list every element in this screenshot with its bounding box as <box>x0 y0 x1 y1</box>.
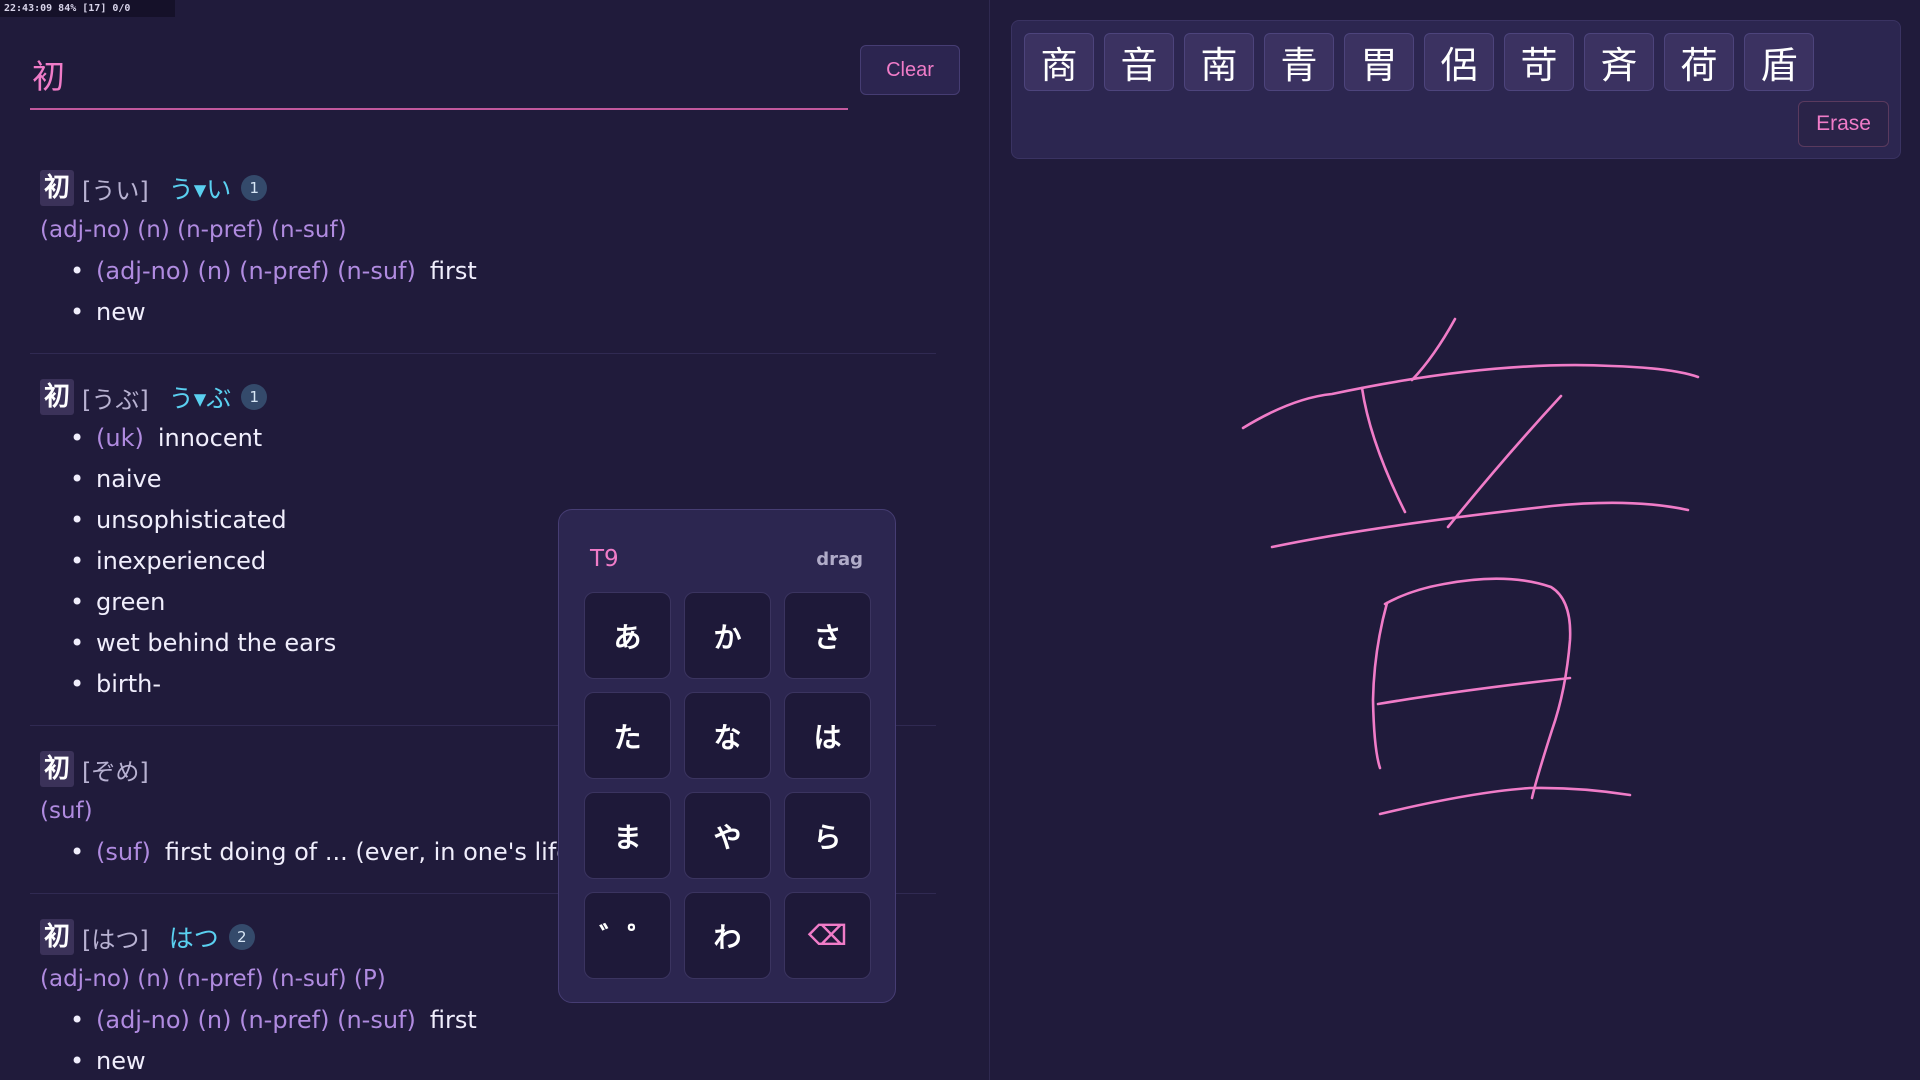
sense-tag: (adj-no) (n) (n-pref) (n-suf) <box>96 1006 416 1034</box>
t9-title: T9 <box>590 546 619 572</box>
sense-text: wet behind the ears <box>96 629 337 657</box>
entry-count-badge: 2 <box>228 924 255 950</box>
t9-key[interactable]: ら <box>784 792 871 879</box>
sense-text: first <box>429 1006 477 1034</box>
sense-item: (adj-no) (n) (n-pref) (n-suf) first <box>40 251 926 292</box>
entry-reading: [はつ] <box>82 925 149 954</box>
entry-count-badge: 1 <box>241 175 268 201</box>
entry-header: 初 [うい] う▾い 1 <box>40 167 926 209</box>
erase-button[interactable]: Erase <box>1798 101 1889 147</box>
candidate-kanji-button[interactable]: 侶 <box>1424 33 1494 91</box>
entry-kanji: 初 <box>40 170 75 206</box>
sense-text: new <box>96 298 146 326</box>
t9-key[interactable]: は <box>784 692 871 779</box>
candidate-kanji-button[interactable]: 音 <box>1104 33 1174 91</box>
t9-drag-handle[interactable]: drag <box>816 549 863 570</box>
dictionary-entry: 初[うい]う▾い1(adj-no) (n) (n-pref) (n-suf)(a… <box>30 145 936 354</box>
candidate-row: 商音南青胃侶苛斉荷盾 <box>1024 33 1814 91</box>
search-input[interactable] <box>30 40 848 110</box>
t9-key[interactable]: な <box>684 692 771 779</box>
stroke-5 <box>1270 501 1690 549</box>
t9-key[interactable]: ま <box>584 792 671 879</box>
entry-header: 初 [うぶ] う▾ぶ 1 <box>40 376 926 418</box>
sense-list: (adj-no) (n) (n-pref) (n-suf) first new <box>40 251 926 333</box>
sense-tag: (adj-no) (n) (n-pref) (n-suf) <box>96 257 416 285</box>
entry-pos: (adj-no) (n) (n-pref) (n-suf) <box>40 217 347 243</box>
sense-tag: (uk) <box>96 424 144 452</box>
stroke-1 <box>1410 317 1457 382</box>
sense-item: new <box>40 292 926 333</box>
candidate-kanji-button[interactable]: 荷 <box>1664 33 1734 91</box>
sense-text: naive <box>96 465 162 493</box>
t9-key[interactable]: や <box>684 792 771 879</box>
entry-kana: う▾い <box>168 175 232 204</box>
sense-text: first doing of ... (ever, in one's life,… <box>164 838 609 866</box>
entry-kanji: 初 <box>40 751 75 787</box>
stroke-3 <box>1360 386 1407 514</box>
t9-key[interactable]: わ <box>684 892 771 979</box>
sense-list: (adj-no) (n) (n-pref) (n-suf) first new <box>40 1000 926 1080</box>
sense-text: inexperienced <box>96 547 267 575</box>
sense-tag: (suf) <box>96 838 151 866</box>
candidate-kanji-button[interactable]: 南 <box>1184 33 1254 91</box>
candidate-panel: 商音南青胃侶苛斉荷盾 Erase <box>1011 20 1901 159</box>
t9-key[interactable]: さ <box>784 592 871 679</box>
entry-kana: う▾ぶ <box>168 384 232 413</box>
candidate-kanji-button[interactable]: 苛 <box>1504 33 1574 91</box>
handwriting-canvas[interactable] <box>992 170 1920 1080</box>
stroke-9 <box>1378 786 1632 816</box>
sense-text: first <box>429 257 477 285</box>
sense-item: new <box>40 1041 926 1080</box>
entry-count-badge: 1 <box>241 384 268 410</box>
stroke-8 <box>1376 676 1572 706</box>
sense-text: green <box>96 588 166 616</box>
candidate-kanji-button[interactable]: 斉 <box>1584 33 1654 91</box>
t9-key[interactable]: か <box>684 592 771 679</box>
clear-button[interactable]: Clear <box>860 45 960 95</box>
t9-keypad[interactable]: T9 drag あかさたなはまやら゛゜わ ⌫ <box>558 509 896 1003</box>
entry-kana: はつ <box>168 924 219 953</box>
t9-backspace-key[interactable]: ⌫ <box>784 892 871 979</box>
candidate-kanji-button[interactable]: 青 <box>1264 33 1334 91</box>
entry-kanji: 初 <box>40 379 75 415</box>
candidate-kanji-button[interactable]: 商 <box>1024 33 1094 91</box>
sense-text: new <box>96 1047 146 1075</box>
sense-text: birth- <box>96 670 162 698</box>
t9-key[interactable]: た <box>584 692 671 779</box>
entry-reading: [うぶ] <box>82 385 149 414</box>
t9-key-grid: あかさたなはまやら゛゜わ ⌫ <box>584 592 871 979</box>
stroke-7 <box>1371 601 1389 770</box>
dictionary-pane: Clear 初[うい]う▾い1(adj-no) (n) (n-pref) (n-… <box>0 0 990 1080</box>
sense-text: innocent <box>157 424 263 452</box>
stroke-2 <box>1241 363 1700 430</box>
entry-kanji: 初 <box>40 919 75 955</box>
candidate-kanji-button[interactable]: 盾 <box>1744 33 1814 91</box>
entry-reading: [ぞめ] <box>82 757 149 786</box>
t9-dakuten-key[interactable]: ゛゜ <box>584 892 671 979</box>
sense-text: unsophisticated <box>96 506 287 534</box>
entry-reading: [うい] <box>82 176 149 205</box>
sense-item: naive <box>40 459 926 500</box>
t9-key[interactable]: あ <box>584 592 671 679</box>
sense-item: (uk) innocent <box>40 418 926 459</box>
candidate-kanji-button[interactable]: 胃 <box>1344 33 1414 91</box>
sense-item: (adj-no) (n) (n-pref) (n-suf) first <box>40 1000 926 1041</box>
